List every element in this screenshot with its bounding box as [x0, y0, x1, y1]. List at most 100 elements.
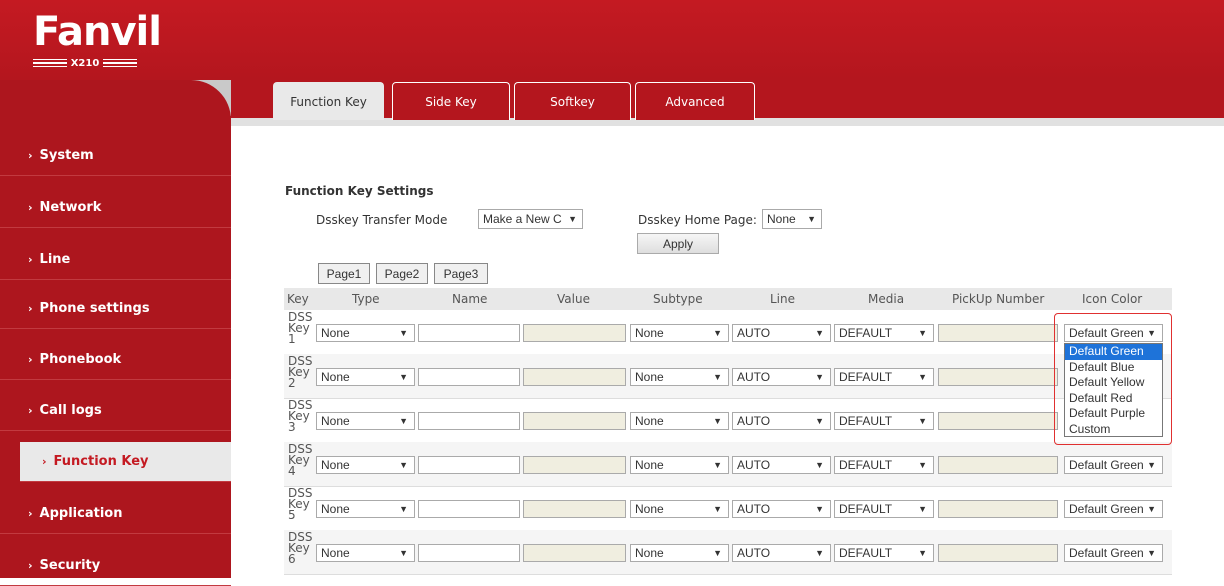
dropdown-arrow-icon: ▼: [815, 416, 824, 426]
pickup-number-input[interactable]: [938, 544, 1058, 562]
page3-button[interactable]: Page3: [434, 263, 488, 284]
type-select[interactable]: None ▼: [316, 368, 415, 386]
chevron-right-icon: ›: [28, 507, 33, 520]
name-input[interactable]: [418, 500, 520, 518]
key-label: DSS Key 6: [288, 530, 313, 566]
pickup-number-input[interactable]: [938, 368, 1058, 386]
dropdown-arrow-icon: ▼: [815, 460, 824, 470]
media-select[interactable]: DEFAULT ▼: [834, 456, 934, 474]
subtype-select[interactable]: None ▼: [630, 500, 729, 518]
value-input[interactable]: [523, 324, 626, 342]
subtype-select[interactable]: None ▼: [630, 324, 729, 342]
type-select[interactable]: None ▼: [316, 412, 415, 430]
option-default-yellow[interactable]: Default Yellow: [1065, 375, 1162, 391]
line-select[interactable]: AUTO ▼: [732, 412, 831, 430]
pickup-number-input[interactable]: [938, 324, 1058, 342]
subtype-select[interactable]: None ▼: [630, 368, 729, 386]
name-input[interactable]: [418, 544, 520, 562]
sidebar-item-phone-settings[interactable]: › Phone settings: [0, 289, 231, 329]
dropdown-arrow-icon: ▼: [399, 372, 408, 382]
name-input[interactable]: [418, 412, 520, 430]
subtype-select[interactable]: None ▼: [630, 544, 729, 562]
chevron-right-icon: ›: [28, 353, 33, 366]
media-select[interactable]: DEFAULT ▼: [834, 500, 934, 518]
dropdown-arrow-icon: ▼: [713, 460, 722, 470]
media-select[interactable]: DEFAULT ▼: [834, 544, 934, 562]
line-select[interactable]: AUTO ▼: [732, 456, 831, 474]
value-input[interactable]: [523, 544, 626, 562]
subtype-select[interactable]: None ▼: [630, 456, 729, 474]
model-name: X210: [70, 57, 100, 69]
dropdown-arrow-icon: ▼: [918, 328, 927, 338]
name-input[interactable]: [418, 456, 520, 474]
chevron-right-icon: ›: [28, 253, 33, 266]
col-media: Media: [868, 292, 905, 306]
tab-function-key[interactable]: Function Key: [273, 82, 384, 120]
sidebar-item-network[interactable]: › Network: [0, 188, 231, 228]
type-select[interactable]: None ▼: [316, 324, 415, 342]
line-select[interactable]: AUTO ▼: [732, 324, 831, 342]
value-input[interactable]: [523, 412, 626, 430]
dropdown-arrow-icon: ▼: [399, 504, 408, 514]
chevron-right-icon: ›: [28, 404, 33, 417]
value-input[interactable]: [523, 456, 626, 474]
dropdown-arrow-icon: ▼: [918, 548, 927, 558]
sidebar-item-call-logs[interactable]: › Call logs: [0, 391, 231, 431]
home-page-label: Dsskey Home Page:: [638, 213, 757, 227]
home-page-select[interactable]: None ▼: [762, 209, 822, 229]
media-select[interactable]: DEFAULT ▼: [834, 324, 934, 342]
dropdown-arrow-icon: ▼: [399, 460, 408, 470]
sidebar-item-line[interactable]: › Line: [0, 240, 231, 280]
option-custom[interactable]: Custom: [1065, 422, 1162, 438]
tab-softkey[interactable]: Softkey: [514, 82, 631, 120]
tab-side-key[interactable]: Side Key: [392, 82, 510, 120]
sidebar-item-application[interactable]: › Application: [0, 494, 231, 534]
col-subtype: Subtype: [653, 292, 703, 306]
name-input[interactable]: [418, 368, 520, 386]
key-label: DSS Key 1: [288, 310, 313, 346]
col-name: Name: [452, 292, 488, 306]
apply-button[interactable]: Apply: [637, 233, 719, 254]
chevron-right-icon: ›: [28, 149, 33, 162]
option-default-blue[interactable]: Default Blue: [1065, 360, 1162, 376]
col-value: Value: [557, 292, 590, 306]
fanvil-logo: Fanvil X210: [33, 9, 162, 70]
sidebar-item-system[interactable]: › System: [0, 136, 231, 176]
icon-color-select[interactable]: Default Green ▼: [1064, 500, 1163, 518]
page2-button[interactable]: Page2: [376, 263, 428, 284]
name-input[interactable]: [418, 324, 520, 342]
transfer-mode-select[interactable]: Make a New C ▼: [478, 209, 583, 229]
option-default-purple[interactable]: Default Purple: [1065, 406, 1162, 422]
media-select[interactable]: DEFAULT ▼: [834, 412, 934, 430]
value-input[interactable]: [523, 500, 626, 518]
line-select[interactable]: AUTO ▼: [732, 500, 831, 518]
type-select[interactable]: None ▼: [316, 456, 415, 474]
sidebar-item-security[interactable]: › Security: [0, 546, 231, 586]
icon-color-select[interactable]: Default Green ▼: [1064, 544, 1163, 562]
pickup-number-input[interactable]: [938, 456, 1058, 474]
pickup-number-input[interactable]: [938, 412, 1058, 430]
dropdown-arrow-icon: ▼: [568, 214, 577, 224]
dropdown-arrow-icon: ▼: [713, 548, 722, 558]
subtype-select[interactable]: None ▼: [630, 412, 729, 430]
type-select[interactable]: None ▼: [316, 544, 415, 562]
dropdown-arrow-icon: ▼: [399, 548, 408, 558]
page1-button[interactable]: Page1: [318, 263, 370, 284]
logo-text: Fanvil: [33, 9, 162, 55]
icon-color-select[interactable]: Default Green ▼: [1064, 456, 1163, 474]
sidebar-item-function-key[interactable]: › Function Key: [20, 442, 231, 482]
option-default-green[interactable]: Default Green: [1065, 344, 1162, 360]
dropdown-arrow-icon: ▼: [918, 504, 927, 514]
option-default-red[interactable]: Default Red: [1065, 391, 1162, 407]
icon-color-dropdown-list[interactable]: Default Green Default Blue Default Yello…: [1064, 343, 1163, 437]
type-select[interactable]: None ▼: [316, 500, 415, 518]
pickup-number-input[interactable]: [938, 500, 1058, 518]
line-select[interactable]: AUTO ▼: [732, 544, 831, 562]
col-type: Type: [352, 292, 380, 306]
media-select[interactable]: DEFAULT ▼: [834, 368, 934, 386]
sidebar-item-phonebook[interactable]: › Phonebook: [0, 340, 231, 380]
dropdown-arrow-icon: ▼: [713, 372, 722, 382]
tab-advanced[interactable]: Advanced: [635, 82, 755, 120]
line-select[interactable]: AUTO ▼: [732, 368, 831, 386]
value-input[interactable]: [523, 368, 626, 386]
